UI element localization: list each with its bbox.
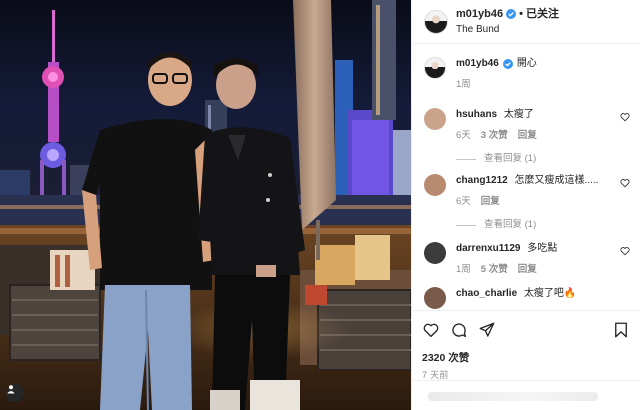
- post-location[interactable]: The Bund: [456, 22, 559, 37]
- verified-badge-icon: [506, 9, 517, 19]
- reply-button[interactable]: 回复: [518, 263, 537, 277]
- comment-username[interactable]: chang1212: [456, 175, 508, 186]
- comment-text: 太瘦了吧🔥: [523, 288, 577, 299]
- add-comment-area[interactable]: [412, 380, 640, 410]
- comment-avatar[interactable]: [424, 174, 446, 196]
- comment-avatar[interactable]: [424, 242, 446, 264]
- separator-dot: •: [519, 7, 523, 20]
- view-replies-label: 查看回复 (1): [484, 153, 537, 164]
- comment-row: hsuhans 太瘦了 6天 3 次赞 回复 查看回复 (1): [424, 108, 630, 166]
- heart-icon[interactable]: [422, 321, 440, 339]
- comment-avatar[interactable]: [424, 287, 446, 309]
- caption-row: m01yb46 開心 1周: [424, 57, 630, 92]
- post-photo[interactable]: [0, 0, 411, 410]
- bookmark-icon[interactable]: [612, 321, 630, 339]
- comment-icon[interactable]: [450, 321, 468, 339]
- comment-row: chang1212 怎麼又瘦成這樣..... 6天 回复 查看回复 (1): [424, 174, 630, 232]
- reply-button[interactable]: 回复: [518, 129, 537, 143]
- caption-age: 1周: [456, 79, 471, 90]
- caption-text: 開心: [516, 58, 537, 69]
- comment-text: 多吃點: [527, 243, 558, 254]
- reply-button[interactable]: 回复: [481, 195, 500, 209]
- comment-username[interactable]: chao_charlie: [456, 288, 517, 299]
- verified-badge-icon: [502, 59, 513, 69]
- comment-input-placeholder[interactable]: [428, 392, 598, 401]
- comment-likes[interactable]: 3 次赞: [481, 129, 508, 143]
- replies-line: [456, 158, 476, 160]
- comment-row: chao_charlie 太瘦了吧🔥: [424, 287, 630, 309]
- comment-username[interactable]: hsuhans: [456, 109, 497, 120]
- author-avatar[interactable]: [424, 9, 448, 34]
- caption-avatar[interactable]: [424, 57, 446, 79]
- post-actions: 2320 次赞 7 天前: [412, 310, 640, 381]
- comment-age: 1周: [456, 264, 471, 275]
- post-side-panel: m01yb46 • 已关注 The Bund m01yb46 開心 1周 hsu…: [411, 0, 640, 410]
- photo-scene: [0, 0, 411, 410]
- comment-like-heart-icon[interactable]: [620, 112, 630, 122]
- comment-text: 怎麼又瘦成這樣.....: [514, 175, 599, 186]
- comment-age: 6天: [456, 196, 471, 207]
- view-replies-label: 查看回复 (1): [484, 219, 537, 230]
- comment-age: 6天: [456, 130, 471, 141]
- like-count[interactable]: 2320 次赞: [422, 350, 630, 365]
- follow-state-button[interactable]: 已关注: [526, 7, 559, 22]
- comment-likes[interactable]: 5 次赞: [481, 263, 508, 277]
- share-icon[interactable]: [478, 321, 496, 339]
- view-replies-button[interactable]: 查看回复 (1): [456, 218, 630, 232]
- view-replies-button[interactable]: 查看回复 (1): [456, 152, 630, 166]
- user-tag-icon[interactable]: [6, 384, 24, 402]
- comment-like-heart-icon[interactable]: [620, 178, 630, 188]
- comment-row: darrenxu1129 多吃點 1周 5 次赞 回复: [424, 242, 630, 277]
- caption-username[interactable]: m01yb46: [456, 57, 499, 71]
- comments-list[interactable]: m01yb46 開心 1周 hsuhans 太瘦了 6天 3 次赞 回复 查看回…: [412, 45, 640, 309]
- post-header: m01yb46 • 已关注 The Bund: [412, 0, 640, 44]
- post-dialog: m01yb46 • 已关注 The Bund m01yb46 開心 1周 hsu…: [0, 0, 640, 410]
- comment-avatar[interactable]: [424, 108, 446, 130]
- comment-text: 太瘦了: [503, 109, 534, 120]
- replies-line: [456, 224, 476, 226]
- comment-username[interactable]: darrenxu1129: [456, 243, 521, 254]
- author-username[interactable]: m01yb46: [456, 7, 503, 22]
- action-icon-bar: [422, 319, 630, 341]
- comment-like-heart-icon[interactable]: [620, 246, 630, 256]
